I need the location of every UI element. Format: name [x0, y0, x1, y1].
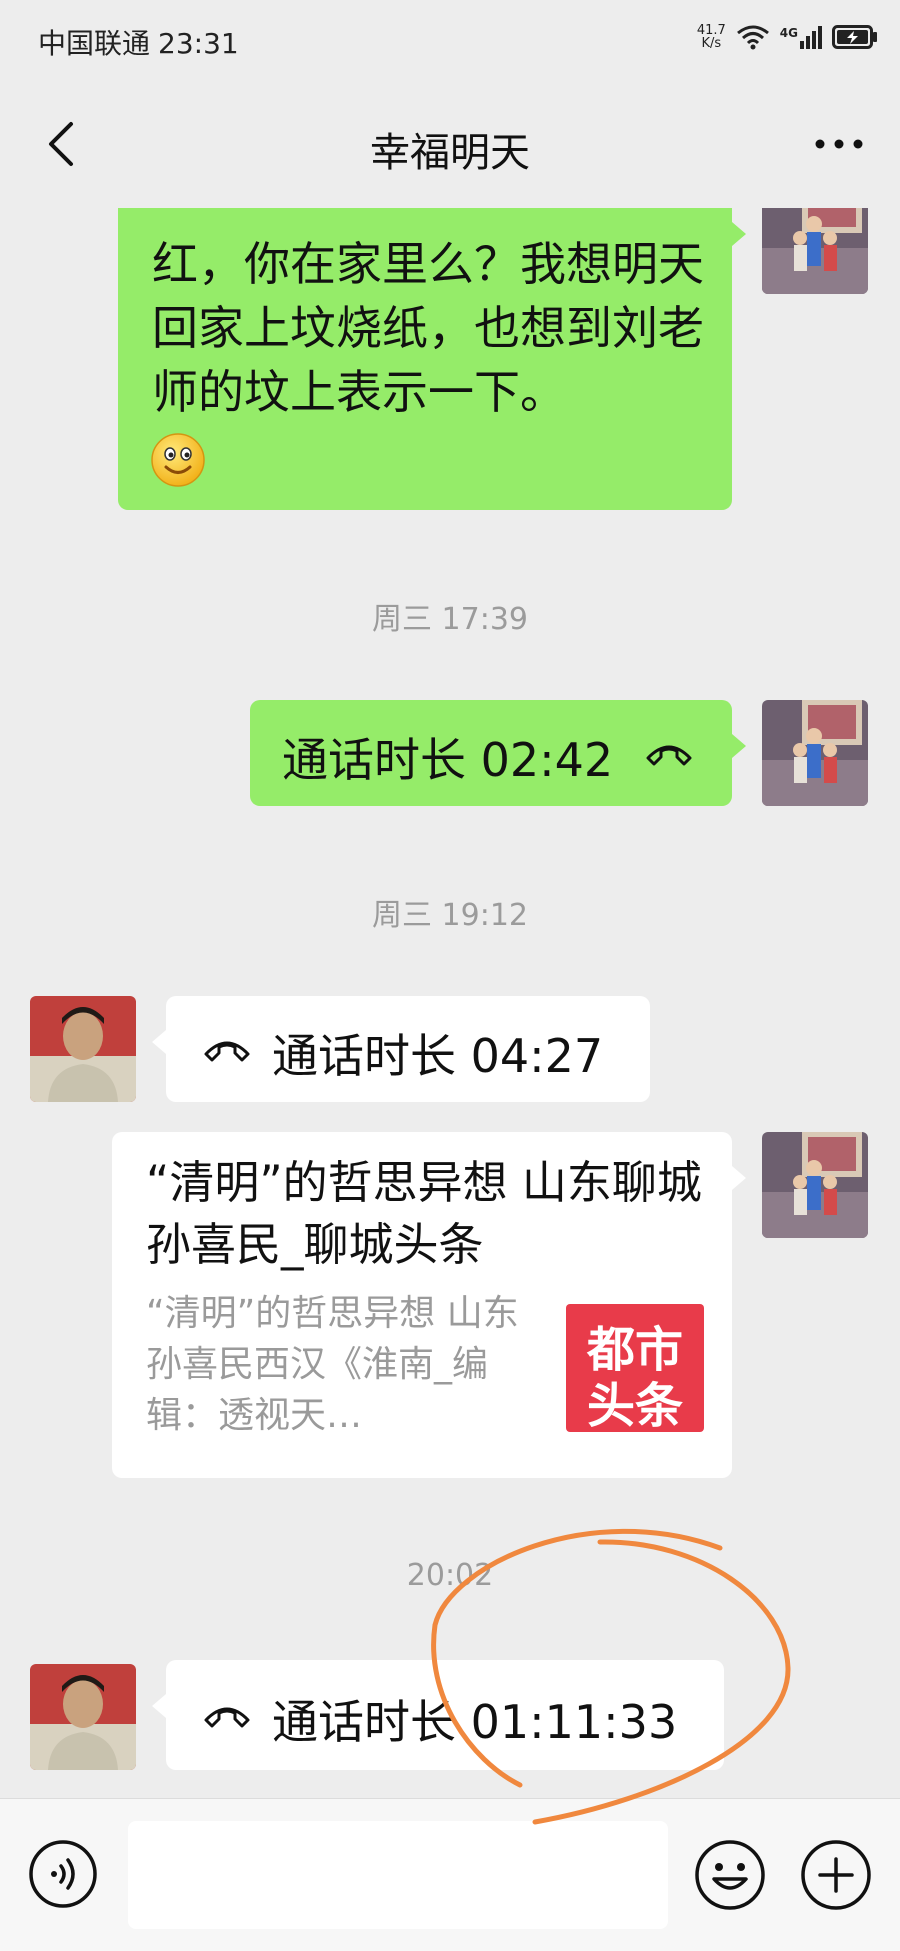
chat-title: 幸福明天: [370, 130, 530, 176]
phone-hangup-icon: [204, 1041, 250, 1062]
network-speed-unit: K/s: [701, 36, 722, 51]
link-card-title: “清明”的哲思异想 山东聊城 孙喜民_聊城头条: [146, 1156, 702, 1271]
input-bar: [0, 1798, 900, 1951]
avatar-contact[interactable]: [30, 996, 136, 1102]
timestamp: 周三 17:39: [372, 602, 528, 637]
call-record-received[interactable]: 通话时长 01:11:33: [152, 1660, 724, 1770]
avatar-self[interactable]: [762, 208, 868, 294]
more-options-button[interactable]: [804, 114, 874, 174]
avatar-self[interactable]: [762, 1132, 868, 1238]
avatar-contact[interactable]: [30, 1664, 136, 1770]
carrier-label: 中国联通: [38, 27, 151, 60]
emoji-button[interactable]: [694, 1839, 766, 1911]
title-bar: 幸福明天: [0, 84, 900, 208]
message-text-content: 红，你在家里么？我想明天回家上坟烧纸，也想到刘老师的坟上表示一下。: [152, 237, 704, 419]
voice-input-button[interactable]: [28, 1839, 98, 1909]
more-dots-icon: [815, 139, 863, 149]
phone-hangup-icon: [204, 1707, 250, 1728]
network-type-label: 4G: [779, 25, 798, 40]
phone-hangup-icon: [646, 745, 692, 766]
message-text: 红，你在家里么？我想明天回家上坟烧纸，也想到刘老师的坟上表示一下。: [152, 232, 712, 424]
avatar-image: [762, 1132, 868, 1238]
status-left: 中国联通 23:31: [38, 22, 239, 62]
avatar-self[interactable]: [762, 700, 868, 806]
avatar-image: [762, 208, 868, 294]
network-speed: 41.7 K/s: [697, 24, 726, 50]
more-functions-button[interactable]: [800, 1839, 872, 1911]
emoji-icon: [695, 1840, 765, 1910]
chat-message-list[interactable]: 红，你在家里么？我想明天回家上坟烧纸，也想到刘老师的坟上表示一下。 周三 17:…: [0, 208, 900, 1798]
call-record-sent[interactable]: 通话时长 02:42: [250, 700, 746, 806]
source-logo: 都市 头条: [566, 1304, 704, 1434]
call-duration-label: 通话时长 02:42: [282, 733, 614, 787]
link-card-description: “清明”的哲思异想 山东孙喜民西汉《淮南_编辑：透视天…: [146, 1293, 519, 1436]
clock: 23:31: [158, 27, 239, 60]
source-logo-line2: 头条: [586, 1378, 683, 1434]
smile-emoji-icon: [151, 433, 205, 487]
avatar-image: [30, 1664, 136, 1770]
battery-charging-icon: [832, 25, 877, 49]
signal-icon: 4G: [779, 25, 822, 49]
call-record-received[interactable]: 通话时长 04:27: [152, 996, 650, 1102]
avatar-image: [30, 996, 136, 1102]
call-duration-label: 通话时长 01:11:33: [272, 1695, 678, 1749]
status-right: 41.7 K/s 4G: [697, 24, 878, 50]
avatar-image: [762, 700, 868, 806]
voice-icon: [29, 1840, 97, 1908]
wifi-icon: [736, 25, 769, 50]
status-bar: 中国联通 23:31 41.7 K/s 4G: [0, 0, 900, 84]
message-input[interactable]: [128, 1821, 668, 1929]
call-duration-label: 通话时长 04:27: [272, 1029, 604, 1083]
timestamp: 周三 19:12: [372, 898, 528, 933]
timestamp: 20:02: [406, 1558, 494, 1593]
plus-icon: [801, 1840, 871, 1910]
